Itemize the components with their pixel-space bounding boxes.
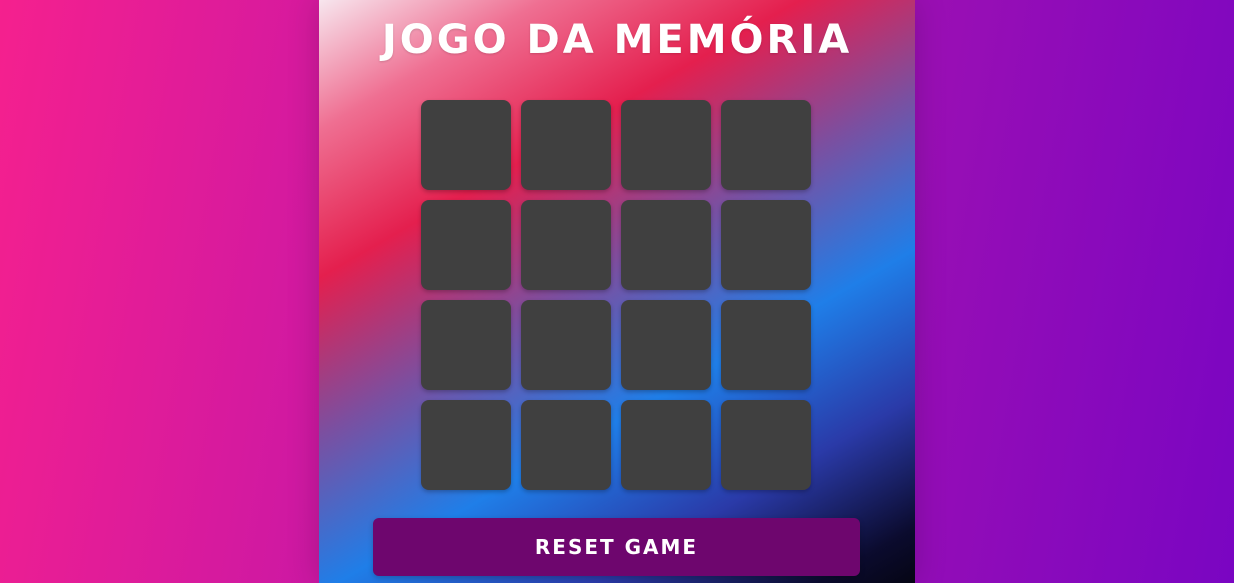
memory-card[interactable] — [421, 300, 511, 390]
memory-card[interactable] — [621, 100, 711, 190]
memory-card[interactable] — [521, 300, 611, 390]
memory-card[interactable] — [621, 400, 711, 490]
reset-game-button[interactable]: RESET GAME — [373, 518, 860, 576]
card-grid — [421, 100, 813, 492]
memory-card[interactable] — [721, 300, 811, 390]
memory-card[interactable] — [521, 400, 611, 490]
memory-card[interactable] — [521, 200, 611, 290]
memory-card[interactable] — [621, 200, 711, 290]
memory-card[interactable] — [421, 100, 511, 190]
memory-card[interactable] — [721, 400, 811, 490]
game-title: JOGO DA MEMÓRIA — [381, 17, 853, 63]
memory-card[interactable] — [721, 200, 811, 290]
memory-card[interactable] — [721, 100, 811, 190]
memory-card[interactable] — [421, 200, 511, 290]
memory-card[interactable] — [621, 300, 711, 390]
memory-card[interactable] — [521, 100, 611, 190]
memory-card[interactable] — [421, 400, 511, 490]
game-panel: JOGO DA MEMÓRIA RESET GAME — [319, 0, 915, 583]
